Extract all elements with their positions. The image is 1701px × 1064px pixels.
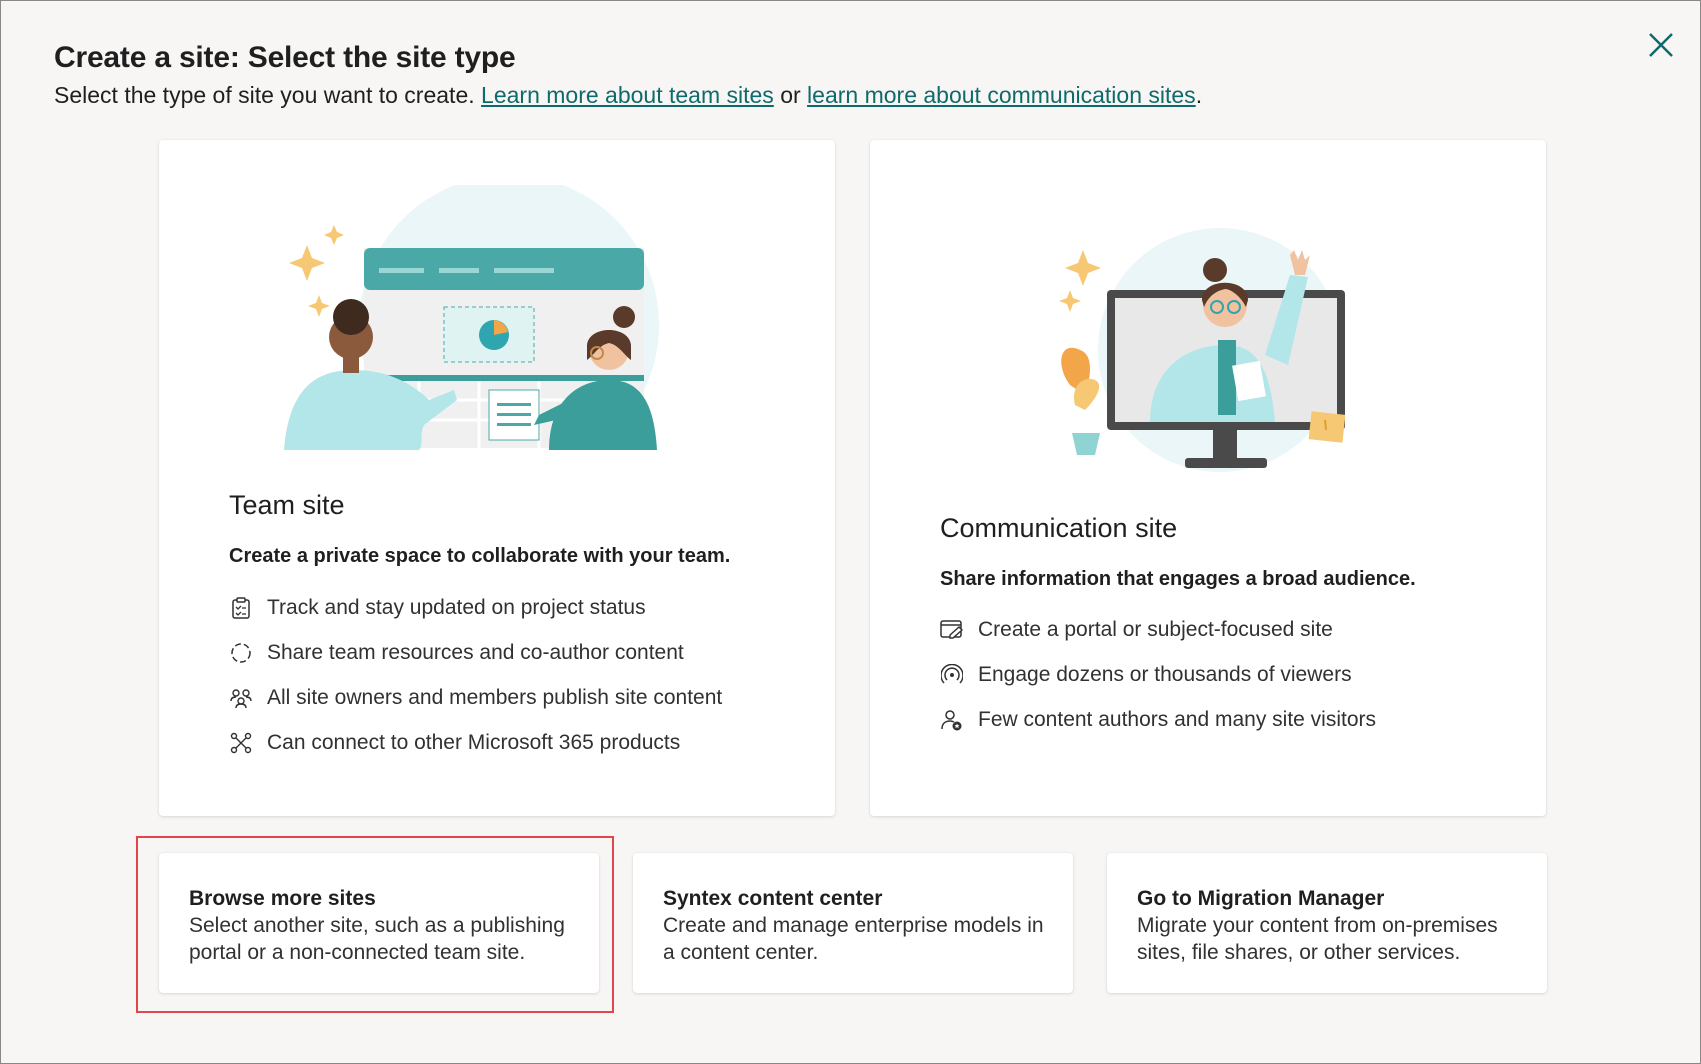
communication-site-feature-list: Create a portal or subject-focused site … — [940, 607, 1376, 742]
syntex-content-center-description: Create and manage enterprise models in a… — [663, 914, 1044, 964]
team-site-card[interactable]: Team site Create a private space to coll… — [159, 140, 835, 816]
syntex-content-center-title: Syntex content center — [663, 887, 883, 910]
migration-manager-title: Go to Migration Manager — [1137, 887, 1385, 910]
migration-manager-card[interactable]: Go to Migration Manager Migrate your con… — [1107, 853, 1547, 993]
person-star-icon — [940, 708, 964, 732]
people-team-icon — [229, 686, 253, 710]
communication-site-card[interactable]: Communication site Share information tha… — [870, 140, 1546, 816]
comm-feature-label: Engage dozens or thousands of viewers — [978, 662, 1352, 686]
learn-team-sites-link[interactable]: Learn more about team sites — [481, 82, 774, 108]
subtitle-or: or — [773, 82, 808, 108]
team-feature-item: Can connect to other Microsoft 365 produ… — [229, 720, 722, 765]
team-feature-label: Share team resources and co-author conte… — [267, 640, 684, 664]
browse-more-sites-card[interactable]: Browse more sites Select another site, s… — [159, 853, 599, 993]
broadcast-icon — [940, 663, 964, 687]
team-feature-label: All site owners and members publish site… — [267, 685, 723, 709]
dialog-subtitle: Select the type of site you want to crea… — [54, 82, 1202, 109]
clipboard-checklist-icon — [229, 596, 253, 620]
communication-site-illustration — [1059, 228, 1346, 472]
browse-more-sites-description: Select another site, such as a publishin… — [189, 914, 565, 964]
team-site-illustration — [279, 185, 709, 465]
browse-more-sites-title: Browse more sites — [189, 887, 376, 910]
team-feature-item: All site owners and members publish site… — [229, 675, 722, 720]
team-feature-label: Track and stay updated on project status — [267, 595, 646, 619]
comm-feature-label: Create a portal or subject-focused site — [978, 617, 1333, 641]
comm-feature-label: Few content authors and many site visito… — [978, 707, 1377, 731]
window-edit-icon — [940, 618, 964, 642]
dialog-title: Create a site: Select the site type — [54, 41, 516, 74]
communication-site-description: Share information that engages a broad a… — [940, 568, 1416, 590]
team-site-title: Team site — [229, 490, 345, 520]
close-icon — [1649, 33, 1673, 57]
communication-site-title: Communication site — [940, 513, 1178, 543]
comm-feature-item: Create a portal or subject-focused site — [940, 607, 1376, 652]
migration-manager-description: Migrate your content from on-premises si… — [1137, 914, 1498, 964]
team-feature-item: Track and stay updated on project status — [229, 585, 722, 630]
connector-icon — [229, 731, 253, 755]
create-site-dialog: Create a site: Select the site type Sele… — [0, 0, 1701, 1064]
syntex-content-center-card[interactable]: Syntex content center Create and manage … — [633, 853, 1073, 993]
subtitle-suffix: . — [1195, 82, 1203, 108]
team-feature-item: Share team resources and co-author conte… — [229, 630, 722, 675]
learn-communication-sites-link[interactable]: learn more about communication sites — [807, 82, 1196, 108]
comm-feature-item: Few content authors and many site visito… — [940, 697, 1376, 742]
subtitle-prefix: Select the type of site you want to crea… — [54, 82, 482, 108]
close-button[interactable] — [1641, 25, 1681, 65]
team-site-description: Create a private space to collaborate wi… — [229, 545, 731, 567]
team-site-feature-list: Track and stay updated on project status… — [229, 585, 722, 765]
comm-feature-item: Engage dozens or thousands of viewers — [940, 652, 1376, 697]
team-feature-label: Can connect to other Microsoft 365 produ… — [267, 730, 681, 754]
sync-circle-icon — [229, 641, 253, 665]
